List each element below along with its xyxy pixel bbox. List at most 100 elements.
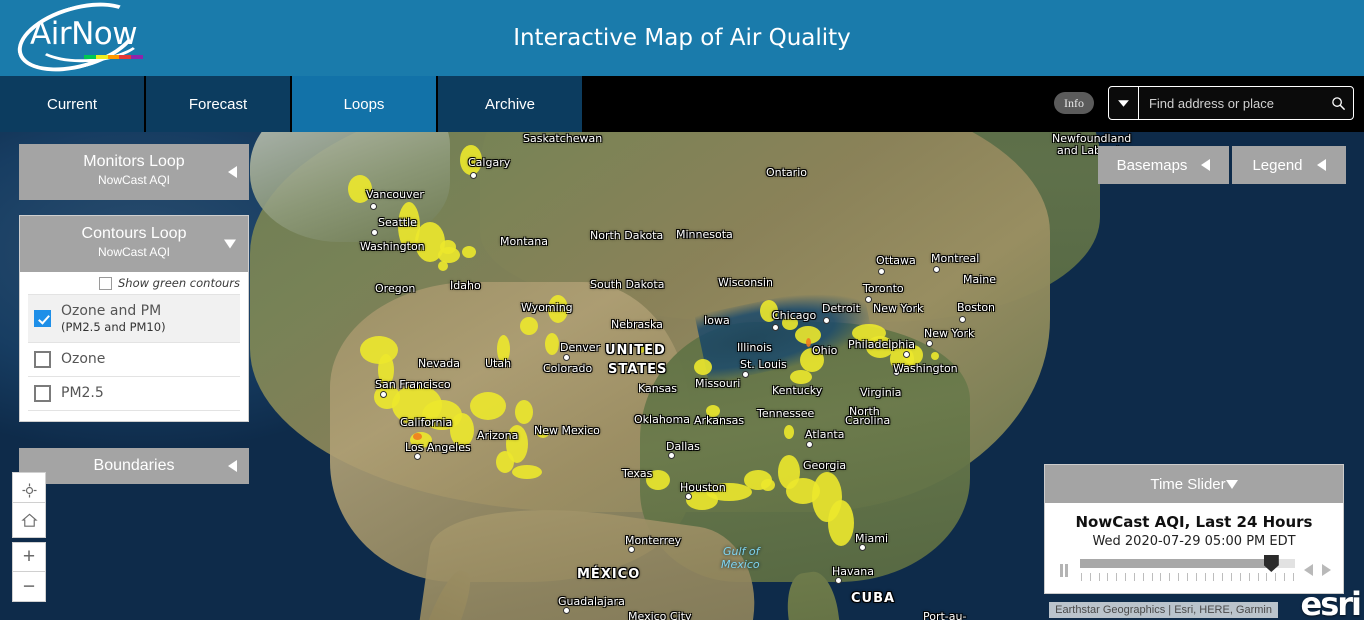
search-icon[interactable] <box>1325 96 1353 111</box>
info-button[interactable]: Info <box>1054 92 1094 114</box>
contour-option-row[interactable]: PM2.5 <box>28 377 240 411</box>
logo-color-segment-1 <box>95 55 108 59</box>
aqi-contour-orange <box>806 338 811 347</box>
contours-loop-header[interactable]: Contours Loop NowCast AQI <box>20 216 248 272</box>
triangle-left-icon[interactable] <box>1304 564 1313 576</box>
aqi-contour-yellow <box>706 405 720 417</box>
city-marker-dot <box>903 351 910 358</box>
time-slider-panel: Time Slider NowCast AQI, Last 24 Hours W… <box>1044 464 1344 594</box>
monitors-loop-header[interactable]: Monitors Loop NowCast AQI <box>19 144 249 200</box>
time-slider-track[interactable] <box>1080 555 1295 572</box>
basemaps-button[interactable]: Basemaps <box>1098 146 1229 184</box>
esri-logo: esri <box>1300 585 1362 620</box>
city-marker-dot <box>859 544 866 551</box>
time-slider-tick <box>1284 573 1286 581</box>
aqi-contour-yellow <box>790 370 812 384</box>
logo-color-segment-3 <box>119 55 132 59</box>
show-green-contours-checkbox[interactable] <box>98 276 112 290</box>
contours-loop-subtitle: NowCast AQI <box>97 245 171 259</box>
zoom-in-button[interactable]: + <box>12 542 46 572</box>
show-green-contours-row[interactable]: Show green contours <box>20 272 248 294</box>
aqi-contour-yellow <box>378 354 394 386</box>
contour-option-label: Ozone <box>61 351 105 368</box>
time-slider-controls <box>1053 555 1335 581</box>
aqi-contour-orange <box>413 433 422 440</box>
time-slider-title: Time Slider <box>1150 475 1226 493</box>
aqi-contour-yellow <box>512 465 542 479</box>
aqi-contour-yellow <box>438 261 448 271</box>
logo-aqi-color-bar <box>84 55 143 59</box>
contour-option-label: PM2.5 <box>61 385 104 402</box>
contour-option-row[interactable]: Ozone and PM (PM2.5 and PM10) <box>28 295 240 343</box>
aqi-contour-yellow <box>784 425 794 439</box>
contour-option-checkbox[interactable] <box>34 310 51 327</box>
search-input[interactable] <box>1138 95 1325 111</box>
city-marker-dot <box>742 371 749 378</box>
zoom-out-button[interactable]: − <box>12 572 46 602</box>
boundaries-header[interactable]: Boundaries <box>19 448 249 484</box>
contour-option-label: Ozone and PM (PM2.5 and PM10) <box>61 303 166 334</box>
aqi-contour-yellow <box>450 413 474 447</box>
city-marker-dot <box>470 172 477 179</box>
legend-button[interactable]: Legend <box>1232 146 1346 184</box>
contour-option-checkbox[interactable] <box>34 351 51 368</box>
time-slider-tick <box>1195 573 1197 581</box>
nav-tab-forecast[interactable]: Forecast <box>146 76 292 132</box>
app-header: AirNow Interactive Map of Air Quality <box>0 0 1364 84</box>
time-slider-tick <box>1160 573 1162 581</box>
airnow-logo[interactable]: AirNow <box>8 0 153 84</box>
chevron-down-icon[interactable] <box>1109 87 1139 119</box>
city-marker-dot <box>628 546 635 553</box>
aqi-contour-yellow <box>497 335 510 363</box>
triangle-left-icon[interactable] <box>228 460 237 472</box>
time-slider-track-wrap[interactable] <box>1080 555 1295 581</box>
time-slider-tick <box>1116 573 1118 581</box>
map-attribution: Earthstar Geographics | Esri, HERE, Garm… <box>1049 602 1278 618</box>
aqi-contour-yellow <box>760 300 778 322</box>
contour-options-list: Ozone and PM (PM2.5 and PM10) Ozone PM2.5 <box>28 294 240 411</box>
triangle-down-icon[interactable] <box>224 239 236 249</box>
time-slider-tick <box>1081 573 1082 581</box>
triangle-down-icon[interactable] <box>1225 479 1238 489</box>
city-marker-dot <box>414 453 421 460</box>
time-slider-dataset-title: NowCast AQI, Last 24 Hours <box>1075 513 1313 531</box>
city-marker-dot <box>926 340 933 347</box>
aqi-contour-yellow <box>694 359 712 375</box>
time-slider-tick <box>1133 573 1135 581</box>
contours-loop-title: Contours Loop <box>81 225 187 242</box>
contour-option-checkbox[interactable] <box>34 385 51 402</box>
legend-label: Legend <box>1252 156 1303 174</box>
aqi-contour-yellow <box>440 240 456 254</box>
time-slider-tick <box>1292 573 1294 581</box>
contour-option-line1: PM2.5 <box>61 385 104 401</box>
time-slider-tick <box>1107 573 1109 581</box>
city-marker-dot <box>959 316 966 323</box>
time-slider-tick <box>1186 573 1188 581</box>
time-slider-header[interactable]: Time Slider <box>1045 465 1343 503</box>
nav-tab-archive[interactable]: Archive <box>438 76 584 132</box>
logo-text: AirNow <box>30 16 138 52</box>
triangle-right-icon[interactable] <box>1322 564 1331 576</box>
page-title: Interactive Map of Air Quality <box>513 25 851 51</box>
aqi-contour-yellow <box>828 500 854 546</box>
time-slider-tick <box>1275 573 1277 581</box>
search-box <box>1108 86 1354 120</box>
basemaps-label: Basemaps <box>1116 156 1188 174</box>
time-slider-handle[interactable] <box>1263 555 1279 572</box>
time-slider-body: NowCast AQI, Last 24 Hours Wed 2020-07-2… <box>1045 503 1343 593</box>
contour-option-line1: Ozone <box>61 351 106 367</box>
nav-tab-current[interactable]: Current <box>0 76 146 132</box>
triangle-left-icon[interactable] <box>228 166 237 178</box>
logo-color-segment-2 <box>107 55 120 59</box>
logo-color-segment-4 <box>131 55 143 59</box>
contour-option-row[interactable]: Ozone <box>28 343 240 377</box>
pause-icon[interactable] <box>1057 563 1071 577</box>
nav-tab-loops[interactable]: Loops <box>292 76 438 132</box>
airnow-map-app: AirNow Interactive Map of Air Quality Cu… <box>0 0 1364 620</box>
map-label-country: CUBA <box>851 591 896 606</box>
time-slider-tick <box>1089 573 1091 581</box>
city-marker-dot <box>893 369 900 376</box>
home-button[interactable] <box>12 502 46 538</box>
aqi-contour-yellow <box>520 317 538 335</box>
monitors-loop-panel: Monitors Loop NowCast AQI <box>19 144 249 200</box>
